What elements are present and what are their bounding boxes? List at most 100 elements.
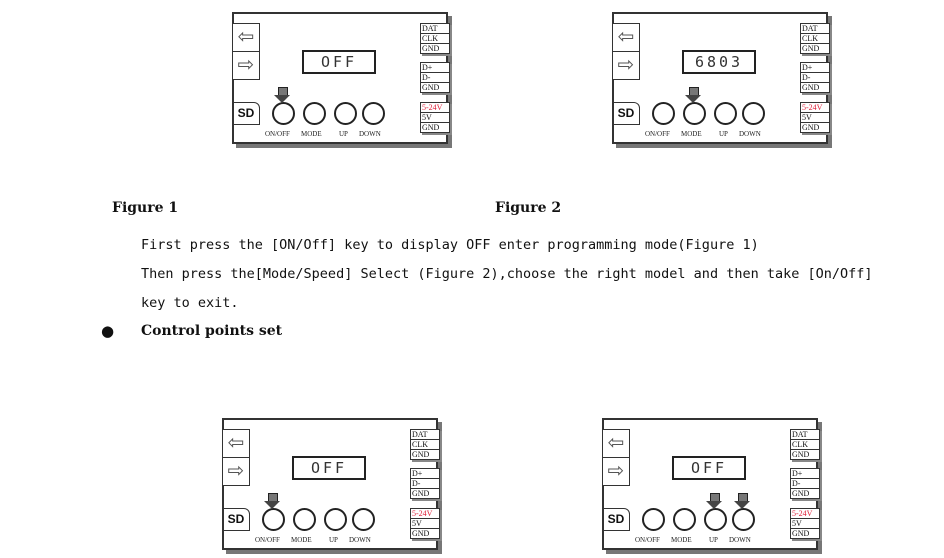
terminal-label: GND [792, 450, 810, 459]
terminal-label: GND [802, 83, 820, 92]
right-arrow-icon: ⇨ [602, 457, 630, 486]
terminal-label: 5-24V [411, 509, 439, 519]
terminal-block: D+ D- GND [790, 468, 820, 499]
terminal-label: DAT [411, 430, 439, 440]
button-label: DOWN [729, 536, 751, 544]
button-label: ON/OFF [645, 130, 670, 138]
terminal-label: GND [412, 529, 430, 538]
terminal-label: GND [422, 123, 440, 132]
terminal-label: DAT [791, 430, 819, 440]
display-screen: OFF [292, 456, 366, 480]
terminal-label: D+ [411, 469, 439, 479]
controller-diagram: ⇦ ⇨ OFF SD ON/OFF MODE UP DOWN DAT CLK GND D+ D- GND 5… [602, 418, 820, 550]
controller-diagram: ⇦ ⇨ OFF SD ON/OFF MODE UP DOWN DAT CLK GND D+ D- GND 5… [232, 12, 450, 144]
terminal-label: GND [422, 44, 440, 53]
button-label: UP [339, 130, 348, 138]
sd-card-slot: SD [602, 508, 630, 531]
terminal-label: GND [412, 489, 430, 498]
controller-diagram: ⇦ ⇨ OFF SD ON/OFF MODE UP DOWN DAT CLK GND D+ D- GND 5… [222, 418, 440, 550]
terminal-label: D- [801, 73, 829, 83]
figure-2-caption: Figure 2 [495, 200, 562, 216]
terminal-label: 5-24V [801, 103, 829, 113]
button-label: ON/OFF [265, 130, 290, 138]
terminal-block: DAT CLK GND [420, 23, 450, 54]
button-label: UP [709, 536, 718, 544]
terminal-block: 5-24V 5V GND [410, 508, 440, 539]
button-label: ON/OFF [635, 536, 660, 544]
terminal-label: GND [792, 489, 810, 498]
sd-card-slot: SD [612, 102, 640, 125]
terminal-label: D- [411, 479, 439, 489]
button-down [732, 508, 755, 531]
controller-diagram: ⇦ ⇨ 6803 SD ON/OFF MODE UP DOWN DAT CLK GND D+ D- GND… [612, 12, 830, 144]
paragraph-line-1: First press the [ON/Off] key to display … [141, 237, 759, 253]
terminal-block: 5-24V 5V GND [800, 102, 830, 133]
terminal-block: 5-24V 5V GND [420, 102, 450, 133]
right-arrow-icon: ⇨ [232, 51, 260, 80]
display-screen: 6803 [682, 50, 756, 74]
display-screen: OFF [672, 456, 746, 480]
button-up [334, 102, 357, 125]
button-mode [303, 102, 326, 125]
terminal-label: CLK [421, 34, 449, 44]
terminal-label: D- [421, 73, 449, 83]
terminal-block: D+ D- GND [800, 62, 830, 93]
button-label: DOWN [349, 536, 371, 544]
left-arrow-icon: ⇦ [222, 429, 250, 458]
paragraph-line-2: Then press the[Mode/Speed] Select (Figur… [141, 266, 873, 282]
left-arrow-icon: ⇦ [612, 23, 640, 52]
terminal-block: D+ D- GND [410, 468, 440, 499]
button-label: UP [719, 130, 728, 138]
button-label: MODE [291, 536, 312, 544]
terminal-label: 5V [411, 519, 439, 529]
terminal-label: D+ [801, 63, 829, 73]
terminal-block: DAT CLK GND [800, 23, 830, 54]
terminal-label: CLK [411, 440, 439, 450]
left-arrow-icon: ⇦ [232, 23, 260, 52]
terminal-label: 5-24V [421, 103, 449, 113]
terminal-label: GND [792, 529, 810, 538]
button-mode [673, 508, 696, 531]
terminal-label: D- [791, 479, 819, 489]
terminal-label: CLK [801, 34, 829, 44]
figure-1-caption: Figure 1 [112, 200, 179, 216]
terminal-label: GND [802, 123, 820, 132]
button-on-off [652, 102, 675, 125]
terminal-label: D+ [791, 469, 819, 479]
terminal-label: GND [412, 450, 430, 459]
sd-card-slot: SD [222, 508, 250, 531]
terminal-block: DAT CLK GND [790, 429, 820, 460]
button-on-off [272, 102, 295, 125]
right-arrow-icon: ⇨ [222, 457, 250, 486]
terminal-label: D+ [421, 63, 449, 73]
terminal-label: GND [802, 44, 820, 53]
right-arrow-icon: ⇨ [612, 51, 640, 80]
terminal-label: DAT [421, 24, 449, 34]
button-down [362, 102, 385, 125]
terminal-label: 5-24V [791, 509, 819, 519]
bullet-heading: Control points set [141, 323, 283, 339]
button-label: UP [329, 536, 338, 544]
bullet-icon: ● [101, 322, 115, 340]
terminal-label: DAT [801, 24, 829, 34]
button-up [714, 102, 737, 125]
terminal-label: GND [422, 83, 440, 92]
terminal-block: D+ D- GND [420, 62, 450, 93]
terminal-label: CLK [791, 440, 819, 450]
button-down [352, 508, 375, 531]
button-mode [683, 102, 706, 125]
button-on-off [642, 508, 665, 531]
left-arrow-icon: ⇦ [602, 429, 630, 458]
button-label: DOWN [739, 130, 761, 138]
button-label: MODE [681, 130, 702, 138]
button-up [324, 508, 347, 531]
button-up [704, 508, 727, 531]
terminal-block: DAT CLK GND [410, 429, 440, 460]
terminal-label: 5V [791, 519, 819, 529]
button-on-off [262, 508, 285, 531]
button-label: ON/OFF [255, 536, 280, 544]
terminal-label: 5V [801, 113, 829, 123]
button-label: DOWN [359, 130, 381, 138]
button-label: MODE [301, 130, 322, 138]
sd-card-slot: SD [232, 102, 260, 125]
